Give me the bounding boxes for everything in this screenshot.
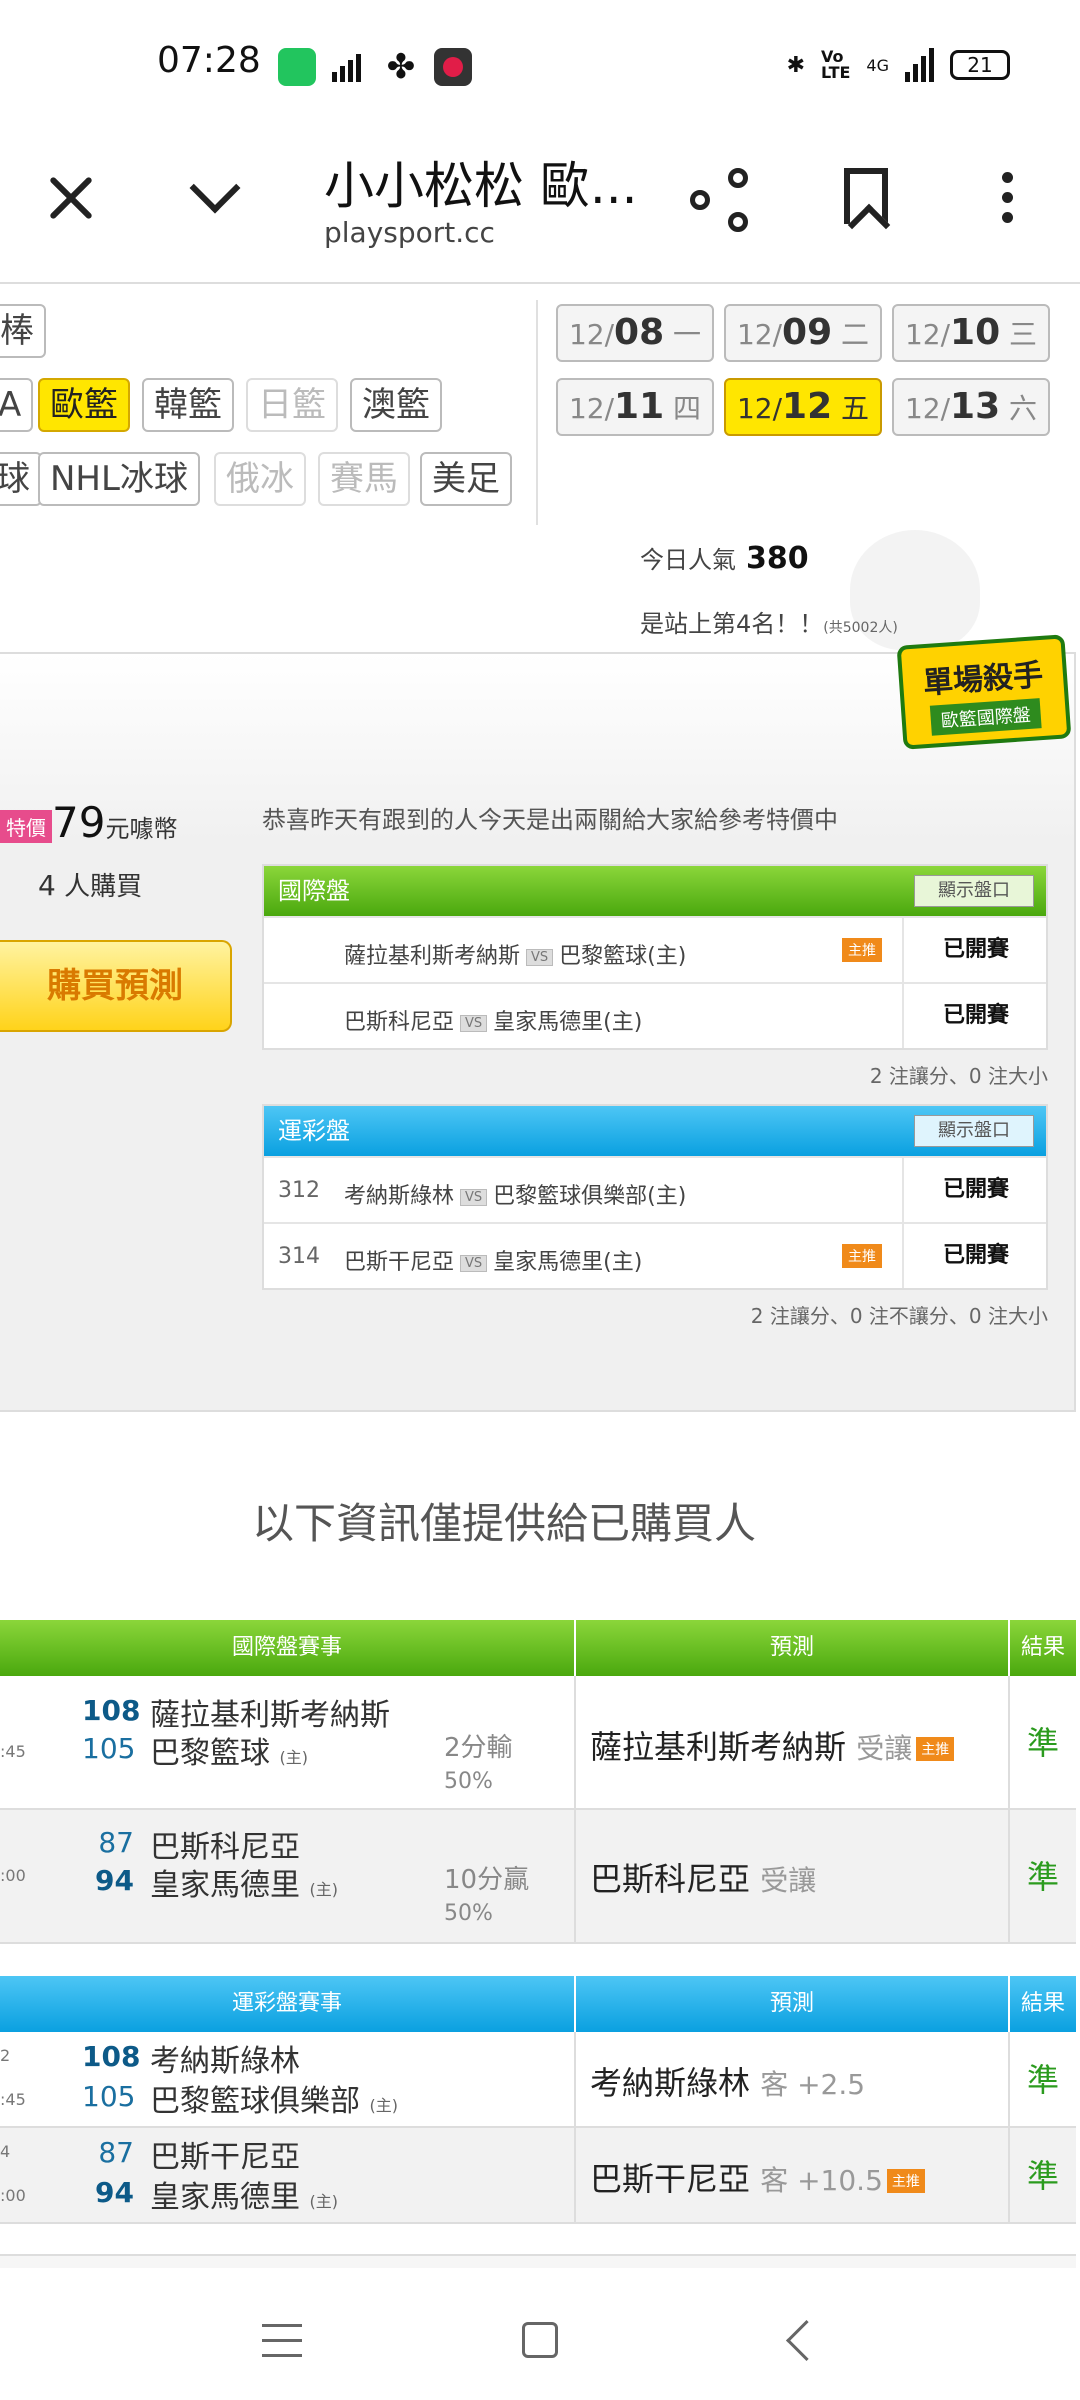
notification-icons: ✤ — [278, 48, 472, 86]
result-mark: 準 — [1026, 1724, 1059, 1762]
sport-chip-euro-basketball[interactable]: 歐籃 — [38, 378, 130, 432]
results-header: 國際盤賽事 預測 結果 — [0, 1620, 1076, 1676]
battery-icon: 21 — [950, 50, 1010, 80]
popularity-rank: 是站上第4名！！(共5002人) — [640, 610, 898, 638]
date-chip[interactable]: 12/08 一 — [556, 304, 714, 362]
match-status: 已開賽 — [902, 918, 1048, 982]
date-chip[interactable]: 12/10 三 — [892, 304, 1050, 362]
app-notification-icon — [278, 48, 316, 86]
vs-icon: VS — [526, 948, 554, 966]
sport-chip[interactable]: 球 — [0, 452, 42, 506]
divider — [536, 300, 538, 525]
intl-summary: 2 注讓分、0 注大小 — [869, 1064, 1048, 1088]
chevron-down-icon[interactable] — [185, 164, 245, 224]
buy-prediction-button[interactable]: 購買預測 — [0, 940, 232, 1032]
lottery-table: 運彩盤 顯示盤口 312 考納斯綠林 VS 巴黎籃球俱樂部(主) 已開賽 314 巴… — [262, 1104, 1048, 1290]
lottery-summary: 2 注讓分、0 注不讓分、0 注大小 — [750, 1304, 1048, 1328]
result-mark: 準 — [1026, 1858, 1059, 1896]
browser-toolbar: 小小松松 歐... playsport.cc — [0, 120, 1080, 284]
system-icons: ✱ Vo LTE 4G 21 — [787, 48, 1010, 82]
table-row: :00 87 巴斯科尼亞 94 皇家馬德里 (主) 10分贏 50% 巴斯科尼亞 … — [0, 1810, 1076, 1944]
popularity: 今日人氣 380 — [640, 541, 809, 576]
bluetooth-icon: ✱ — [786, 52, 806, 78]
app-badge-icon — [434, 48, 472, 86]
sport-chip-japan-basketball: 日籃 — [246, 378, 338, 432]
maple-leaf-icon: ✤ — [386, 47, 416, 87]
sport-chip-russia-hockey: 俄冰 — [214, 452, 306, 506]
show-odds-toggle[interactable]: 顯示盤口 — [914, 1115, 1034, 1147]
date-chip-selected[interactable]: 12/12 五 — [724, 378, 882, 436]
sport-chip-aus-basketball[interactable]: 澳籃 — [350, 378, 442, 432]
offer-note: 恭喜昨天有跟到的人今天是出兩關給大家給參考特價中 — [262, 806, 838, 834]
table-row: 薩拉基利斯考納斯 VS 巴黎籃球(主) 主推 已開賽 — [264, 916, 1046, 982]
special-price-tag: 特價 — [0, 810, 52, 843]
lottery-table-header: 運彩盤 顯示盤口 — [264, 1106, 1046, 1156]
match-status: 已開賽 — [902, 984, 1048, 1048]
sport-chip-american-football[interactable]: 美足 — [420, 452, 512, 506]
date-chip[interactable]: 12/13 六 — [892, 378, 1050, 436]
match-status: 已開賽 — [902, 1158, 1048, 1222]
master-pick-badge: 主推 — [916, 1737, 955, 1761]
lottery-results-table: 運彩盤賽事 預測 結果 2 :45 108 考納斯綠林 105 巴黎籃球俱樂部 … — [0, 1976, 1076, 2224]
vs-icon: VS — [460, 1014, 488, 1032]
system-nav-bar — [0, 2276, 1080, 2400]
show-odds-toggle[interactable]: 顯示盤口 — [914, 875, 1034, 907]
status-time: 07:28 — [157, 40, 261, 81]
network-type: 4G — [866, 55, 889, 75]
back-icon[interactable] — [780, 2320, 820, 2360]
bookmark-icon[interactable] — [844, 168, 888, 224]
sport-chip-nhl[interactable]: NHL冰球 — [38, 452, 200, 506]
table-row: :45 108 薩拉基利斯考納斯 105 巴黎籃球 (主) 2分輸 50% 薩拉基… — [0, 1676, 1076, 1810]
sport-chip-horse-racing: 賽馬 — [318, 452, 410, 506]
match-status: 已開賽 — [902, 1224, 1048, 1288]
result-mark: 準 — [1026, 2157, 1059, 2195]
table-row: 312 考納斯綠林 VS 巴黎籃球俱樂部(主) 已開賽 — [264, 1156, 1046, 1222]
date-chip[interactable]: 12/11 四 — [556, 378, 714, 436]
home-icon[interactable] — [522, 2322, 558, 2358]
master-pick-badge: 主推 — [886, 2169, 925, 2193]
intl-table-header: 國際盤 顯示盤口 — [264, 866, 1046, 916]
table-row: 2 :45 108 考納斯綠林 105 巴黎籃球俱樂部 (主) 考納斯綠林 客 … — [0, 2032, 1076, 2128]
signal-icon — [905, 48, 934, 82]
intl-table: 國際盤 顯示盤口 薩拉基利斯考納斯 VS 巴黎籃球(主) 主推 已開賽 巴斯科尼亞 V… — [262, 864, 1048, 1050]
result-mark: 準 — [1026, 2061, 1059, 2099]
volte-icon: Vo LTE — [821, 47, 851, 82]
purchaser-info-heading: 以下資訊僅提供給已購買人 — [251, 1499, 756, 1548]
date-chip[interactable]: 12/09 二 — [724, 304, 882, 362]
chart-notification-icon — [330, 48, 368, 86]
recent-apps-icon[interactable] — [262, 2324, 302, 2358]
master-pick-badge: 主推 — [842, 938, 882, 962]
results-header: 運彩盤賽事 預測 結果 — [0, 1976, 1076, 2032]
more-menu-icon[interactable] — [998, 172, 1018, 228]
sport-chip[interactable]: 棒 — [0, 304, 46, 358]
share-icon[interactable] — [690, 168, 754, 232]
divider — [0, 2254, 1076, 2268]
vs-icon: VS — [460, 1254, 488, 1272]
sport-chip-korea-basketball[interactable]: 韓籃 — [142, 378, 234, 432]
table-row: 巴斯科尼亞 VS 皇家馬德里(主) 已開賽 — [264, 982, 1046, 1048]
price: 79元噱幣 — [52, 798, 178, 847]
close-icon[interactable] — [44, 170, 100, 226]
master-pick-badge: 主推 — [842, 1244, 882, 1268]
buyer-count: 4 人購買 — [38, 869, 143, 902]
table-row: 4 :00 87 巴斯干尼亞 94 皇家馬德里 (主) 巴斯干尼亞 客 +10.… — [0, 2128, 1076, 2224]
killer-badge: 單場殺手 歐籃國際盤 — [896, 634, 1072, 750]
page-url: playsport.cc — [324, 216, 495, 249]
page-title: 小小松松 歐... — [324, 157, 638, 215]
intl-results-table: 國際盤賽事 預測 結果 :45 108 薩拉基利斯考納斯 105 巴黎籃球 (主… — [0, 1620, 1076, 1944]
sport-chip[interactable]: A — [0, 378, 34, 432]
vs-icon: VS — [460, 1188, 488, 1206]
table-row: 314 巴斯干尼亞 VS 皇家馬德里(主) 主推 已開賽 — [264, 1222, 1046, 1288]
status-bar: 07:28 ✤ ✱ Vo LTE 4G 21 — [0, 0, 1080, 120]
